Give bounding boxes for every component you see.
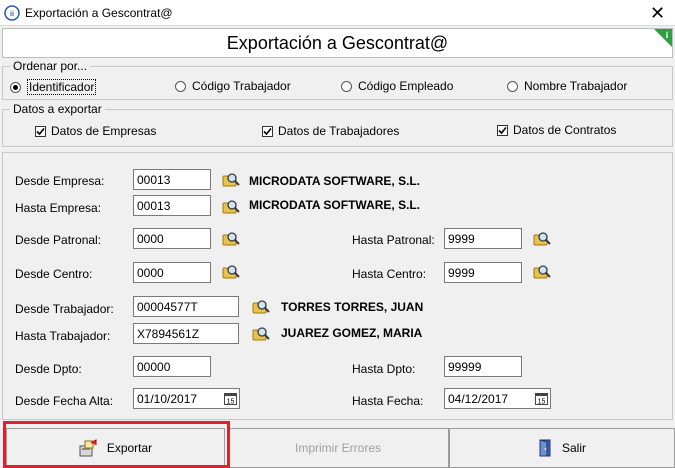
desde-centro-input[interactable] [133, 262, 211, 283]
header-banner: Exportación a Gescontrat@ i [2, 28, 673, 58]
radio-codigo-empleado[interactable]: Código Empleado [341, 79, 453, 93]
calendar-icon[interactable]: 15 [224, 393, 237, 405]
imprimir-errores-label: Imprimir Errores [295, 441, 381, 455]
radio-label: Identificador [27, 79, 97, 95]
desde-trabajador-label: Desde Trabajador: [15, 302, 114, 316]
hasta-centro-label: Hasta Centro: [352, 267, 427, 281]
hasta-empresa-input[interactable] [133, 195, 211, 216]
check-icon [36, 127, 45, 135]
search-icon[interactable] [222, 199, 240, 215]
radio-button[interactable] [10, 81, 21, 93]
radio-identificador[interactable]: Identificador [10, 79, 97, 95]
hasta-patronal-input[interactable] [444, 228, 522, 249]
desde-dpto-label: Desde Dpto: [15, 362, 82, 376]
checkbox[interactable] [35, 125, 46, 137]
hasta-trabajador-name: JUAREZ GOMEZ, MARIA [281, 326, 423, 340]
radio-nombre-trabajador[interactable]: Nombre Trabajador [507, 79, 627, 93]
desde-empresa-name: MICRODATA SOFTWARE, S.L. [249, 174, 421, 188]
checkbox-label: Datos de Contratos [513, 123, 617, 137]
imprimir-errores-button[interactable]: Imprimir Errores [227, 428, 449, 468]
hasta-trabajador-label: Hasta Trabajador: [15, 329, 111, 343]
hasta-trabajador-input[interactable] [133, 323, 239, 344]
salir-label: Salir [561, 441, 586, 455]
svg-text:ii: ii [10, 11, 14, 18]
window-title: Exportación a Gescontrat@ [25, 6, 173, 20]
hasta-empresa-label: Hasta Empresa: [15, 201, 102, 215]
hasta-centro-input[interactable] [444, 262, 522, 283]
desde-patronal-label: Desde Patronal: [15, 233, 102, 247]
highlight-frame [3, 421, 230, 468]
radio-button[interactable] [507, 80, 518, 92]
radio-button[interactable] [175, 80, 186, 92]
radio-label: Nombre Trabajador [524, 79, 628, 93]
close-button[interactable]: ✕ [640, 0, 675, 26]
checkbox-label: Datos de Trabajadores [278, 124, 400, 138]
radio-button[interactable] [341, 80, 352, 92]
order-by-legend: Ordenar por... [10, 59, 91, 73]
salir-button[interactable]: Salir [449, 428, 675, 468]
check-datos-trabajadores[interactable]: Datos de Trabajadores [262, 124, 399, 138]
filters-panel [2, 152, 673, 420]
desde-dpto-input[interactable] [133, 356, 211, 377]
check-datos-contratos[interactable]: Datos de Contratos [497, 123, 616, 137]
exit-door-icon [539, 439, 551, 457]
search-icon[interactable] [252, 299, 270, 315]
search-icon[interactable] [533, 264, 551, 280]
search-icon[interactable] [222, 172, 240, 188]
calendar-icon[interactable]: 15 [535, 393, 548, 405]
hasta-empresa-name: MICRODATA SOFTWARE, S.L. [249, 198, 421, 212]
check-datos-empresas[interactable]: Datos de Empresas [35, 124, 156, 138]
hasta-dpto-input[interactable] [444, 356, 522, 377]
svg-text:15: 15 [227, 398, 235, 405]
radio-label: Código Empleado [358, 79, 454, 93]
check-icon [498, 126, 507, 134]
desde-empresa-input[interactable] [133, 169, 211, 190]
close-icon: ✕ [649, 2, 666, 23]
desde-patronal-input[interactable] [133, 228, 211, 249]
export-data-legend: Datos a exportar [10, 102, 105, 116]
svg-text:15: 15 [538, 398, 546, 405]
checkbox[interactable] [262, 125, 273, 137]
desde-empresa-label: Desde Empresa: [15, 174, 105, 188]
desde-trabajador-name: TORRES TORRES, JUAN [281, 300, 424, 314]
radio-label: Código Trabajador [192, 79, 291, 93]
desde-centro-label: Desde Centro: [15, 267, 93, 281]
info-icon: i [654, 29, 672, 47]
hasta-patronal-label: Hasta Patronal: [352, 233, 435, 247]
hasta-dpto-label: Hasta Dpto: [352, 362, 416, 376]
page-title: Exportación a Gescontrat@ [226, 32, 449, 53]
radio-codigo-trabajador[interactable]: Código Trabajador [175, 79, 291, 93]
hasta-fecha-label: Hasta Fecha: [352, 394, 424, 408]
search-icon[interactable] [222, 264, 240, 280]
desde-trabajador-input[interactable] [133, 296, 239, 317]
search-icon[interactable] [252, 326, 270, 342]
desde-fecha-alta-label: Desde Fecha Alta: [15, 394, 114, 408]
check-icon [263, 127, 272, 135]
search-icon[interactable] [533, 231, 551, 247]
title-bar: ii Exportación a Gescontrat@ ✕ [0, 0, 675, 26]
app-icon: ii [4, 5, 20, 21]
checkbox[interactable] [497, 124, 508, 136]
checkbox-label: Datos de Empresas [51, 124, 157, 138]
search-icon[interactable] [222, 231, 240, 247]
